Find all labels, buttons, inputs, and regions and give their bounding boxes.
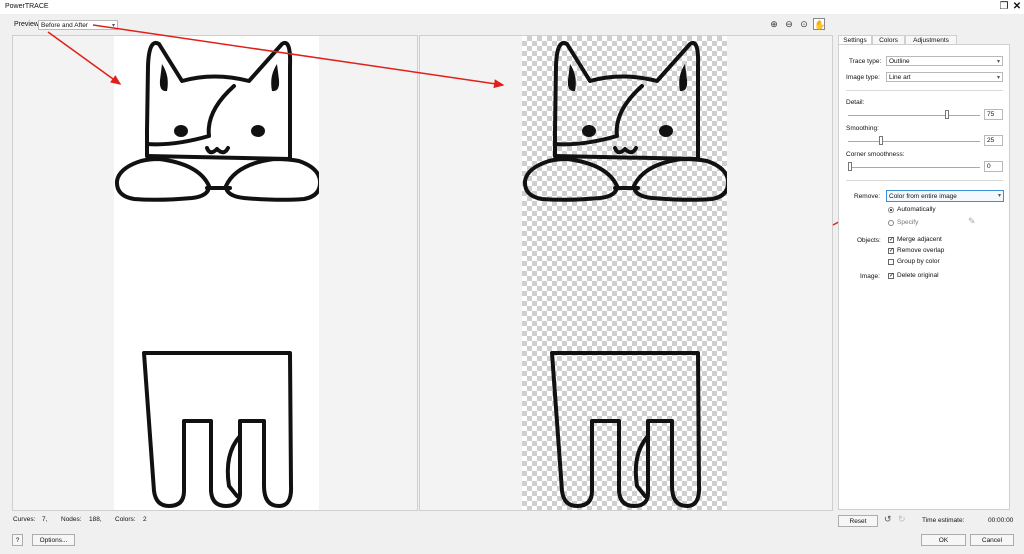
smoothing-label: Smoothing: — [846, 125, 879, 132]
image-type-label: Image type: — [846, 74, 880, 81]
corner-smoothness-label: Corner smoothness: — [846, 151, 905, 158]
automatically-radio[interactable] — [888, 207, 894, 213]
ok-button[interactable]: OK — [921, 534, 966, 546]
tab-colors-label: Colors — [879, 37, 898, 44]
chevron-down-icon: ▾ — [996, 59, 1000, 65]
group-by-color-checkbox[interactable] — [888, 259, 894, 265]
corner-smoothness-slider-thumb[interactable] — [848, 162, 852, 171]
detail-label: Detail: — [846, 99, 865, 106]
objects-label: Objects: — [857, 237, 881, 244]
colors-count: 2 — [143, 516, 147, 523]
chevron-down-icon: ▾ — [996, 75, 1000, 81]
remove-select[interactable]: Color from entire image ▾ — [886, 190, 1004, 202]
merge-adjacent-label: Merge adjacent — [897, 236, 942, 243]
time-estimate-value: 00:00:00 — [988, 517, 1014, 524]
remove-overlap-checkbox[interactable]: ✓ — [888, 248, 894, 254]
delete-original-checkbox[interactable]: ✓ — [888, 273, 894, 279]
chevron-down-icon: ▾ — [997, 193, 1001, 199]
nodes-count: 188, — [89, 516, 102, 523]
corner-smoothness-value-input[interactable]: 0 — [984, 161, 1003, 172]
image-label: Image: — [860, 273, 880, 280]
options-button[interactable]: Options... — [32, 534, 75, 546]
remove-label: Remove: — [854, 193, 881, 200]
detail-value-input[interactable]: 75 — [984, 109, 1003, 120]
curves-label: Curves: — [13, 516, 36, 523]
remove-overlap-label: Remove overlap — [897, 247, 945, 254]
help-button[interactable]: ? — [12, 534, 23, 546]
time-estimate-label: Time estimate: — [922, 517, 965, 524]
group-by-color-label: Group by color — [897, 258, 940, 265]
nodes-label: Nodes: — [61, 516, 82, 523]
curves-count: 7, — [42, 516, 48, 523]
trace-type-value: Outline — [889, 58, 910, 65]
trace-type-label: Trace type: — [849, 58, 882, 65]
colors-label: Colors: — [115, 516, 136, 523]
cancel-button[interactable]: Cancel — [970, 534, 1014, 546]
detail-slider-thumb[interactable] — [945, 110, 949, 119]
trace-type-select[interactable]: Outline ▾ — [886, 56, 1003, 66]
specify-label: Specify — [897, 219, 919, 226]
corner-smoothness-slider[interactable] — [848, 162, 980, 171]
separator — [846, 90, 1003, 91]
smoothing-slider-thumb[interactable] — [879, 136, 883, 145]
specify-radio[interactable] — [888, 220, 894, 226]
eyedropper-icon[interactable]: ✎ — [968, 216, 976, 227]
smoothing-slider[interactable] — [848, 136, 980, 145]
tab-adjustments-label: Adjustments — [913, 37, 949, 44]
remove-value: Color from entire image — [889, 193, 957, 200]
separator — [846, 180, 1003, 181]
automatically-label: Automatically — [897, 206, 936, 213]
smoothing-value-input[interactable]: 25 — [984, 135, 1003, 146]
undo-icon[interactable]: ↺ — [884, 514, 892, 525]
reset-button[interactable]: Reset — [838, 515, 878, 527]
detail-slider[interactable] — [848, 110, 980, 119]
tab-settings-label: Settings — [843, 37, 867, 44]
merge-adjacent-checkbox[interactable]: ✓ — [888, 237, 894, 243]
image-type-select[interactable]: Line art ▾ — [886, 72, 1003, 82]
delete-original-label: Delete original — [897, 272, 939, 279]
redo-icon[interactable]: ↻ — [898, 514, 906, 525]
image-type-value: Line art — [889, 74, 911, 81]
